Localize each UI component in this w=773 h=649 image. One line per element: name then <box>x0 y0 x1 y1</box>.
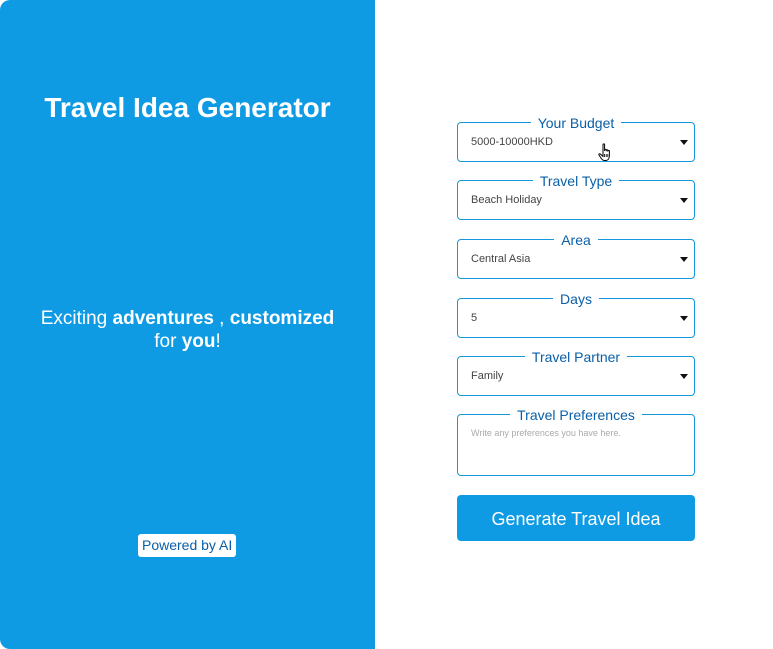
preferences-field: Travel Preferences Write any preferences… <box>457 407 695 476</box>
tagline-text: , <box>213 308 230 329</box>
travel-type-label: Travel Type <box>532 173 620 189</box>
travel-type-value: Beach Holiday <box>471 194 542 206</box>
days-value: 5 <box>471 312 478 324</box>
chevron-down-icon <box>680 140 688 145</box>
chevron-down-icon <box>680 316 688 321</box>
generate-travel-idea-button[interactable]: Generate Travel Idea <box>457 495 695 541</box>
tagline-bold-adventures: adventures <box>112 308 214 329</box>
area-select[interactable]: Area Central Asia <box>457 232 695 279</box>
powered-by-badge: Powered by AI <box>138 534 237 557</box>
travel-partner-field: Travel Partner Family <box>457 349 695 396</box>
travel-partner-value: Family <box>471 370 504 382</box>
days-select[interactable]: Days 5 <box>457 291 695 338</box>
chevron-down-icon <box>680 198 688 203</box>
page-title: Travel Idea Generator <box>44 92 331 123</box>
preferences-textarea[interactable]: Travel Preferences Write any preferences… <box>457 407 695 476</box>
hand-pointer-icon <box>598 143 610 161</box>
preferences-label: Travel Preferences <box>510 407 642 423</box>
area-label: Area <box>554 232 598 248</box>
chevron-down-icon <box>680 257 688 262</box>
budget-field: Your Budget 5000-10000HKD <box>457 115 695 162</box>
tagline-bold-customized: customized <box>229 308 335 329</box>
chevron-down-icon <box>680 374 688 379</box>
tagline: Exciting adventures , customized for you… <box>0 307 375 353</box>
days-field: Days 5 <box>457 291 695 338</box>
budget-select[interactable]: Your Budget 5000-10000HKD <box>457 115 695 162</box>
budget-label: Your Budget <box>530 115 622 131</box>
hero-panel: Travel Idea Generator Exciting adventure… <box>0 0 375 649</box>
travel-type-field: Travel Type Beach Holiday <box>457 173 695 220</box>
travel-idea-app: Travel Idea Generator Exciting adventure… <box>0 0 773 649</box>
travel-partner-label: Travel Partner <box>524 349 628 365</box>
preferences-placeholder: Write any preferences you have here. <box>471 428 621 438</box>
travel-type-select[interactable]: Travel Type Beach Holiday <box>457 173 695 220</box>
tagline-bold-you: you <box>181 331 216 352</box>
days-label: Days <box>553 291 599 307</box>
travel-partner-select[interactable]: Travel Partner Family <box>457 349 695 396</box>
budget-value: 5000-10000HKD <box>471 136 553 148</box>
tagline-text: Exciting <box>40 308 113 329</box>
area-field: Area Central Asia <box>457 232 695 279</box>
area-value: Central Asia <box>471 253 531 265</box>
tagline-text: ! <box>215 331 221 352</box>
tagline-text: for <box>154 331 182 352</box>
